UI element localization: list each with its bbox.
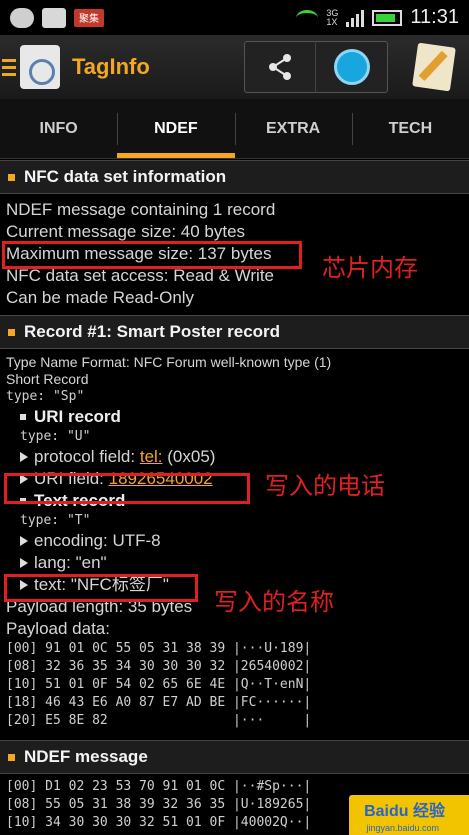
bookmark-icon[interactable] [316,49,387,85]
tab-bar: INFO NDEF EXTRA TECH [0,99,469,159]
text-type: type: "T" [20,513,91,528]
baidu-watermark: Baidu 经验 jingyan.baidu.com [329,791,469,835]
name-annotation: 写入的名称 [214,588,334,616]
watermark-sub: jingyan.baidu.com [366,823,439,833]
lang-field: lang: "en" [0,552,469,574]
section-bullet-icon [8,173,15,181]
uri-field: URI field: 18926540002 [0,468,469,490]
action-buttons-group [244,41,388,93]
section-bullet-icon [8,328,15,336]
expand-arrow-icon [20,536,28,546]
sub-bullet-icon [20,498,26,504]
encoding-field: encoding: UTF-8 [0,530,469,552]
payload-data-label: Payload data: [6,619,110,638]
tab-extra[interactable]: EXTRA [234,99,352,158]
status-bar: 聚集 3G 1X 11:31 [0,0,469,35]
section-title: NDEF message [24,747,148,766]
uri-record-header: URI record [0,406,469,428]
app-logo-icon[interactable] [20,45,60,89]
weather-icon [10,7,34,28]
section-title: Record #1: Smart Poster record [24,322,281,341]
expand-arrow-icon [20,474,28,484]
watermark-text: Baidu 经验 [364,803,445,820]
payload-row: [10] 51 01 0F 54 02 65 6E 4E |Q··T·enN| [6,677,312,692]
battery-icon [372,9,403,26]
section-bullet-icon [8,753,15,761]
info-line: Can be made Read-Only [6,288,195,307]
wifi-icon [296,9,319,26]
uri-type: type: "U" [20,429,91,444]
tab-ndef[interactable]: NDEF [117,99,235,158]
payload-row: [00] 91 01 0C 55 05 31 38 39 |···U·189| [6,641,312,656]
memory-annotation: 芯片内存 [322,254,418,282]
record-short: Short Record [6,371,89,387]
signal-icon [346,9,365,27]
section-title: NFC data set information [24,167,227,186]
network-tag-1x: 1X [326,16,338,27]
menu-icon[interactable] [2,55,16,80]
section-header-record: Record #1: Smart Poster record [0,315,469,349]
app-title: TagInfo [72,54,150,79]
protocol-field: protocol field: tel: (0x05) [0,446,469,468]
protocol-link[interactable]: tel: [140,447,163,466]
record-type: type: "Sp" [6,389,85,404]
expand-arrow-icon [20,452,28,462]
sub-bullet-icon [20,414,26,420]
notification-badge: 聚集 [74,8,104,27]
payload-row: [20] E5 8E 82 |··· | [6,713,312,728]
share-icon[interactable] [245,41,316,93]
section-header-nfc-info: NFC data set information [0,160,469,194]
image-icon [42,7,66,28]
phone-link[interactable]: 18926540002 [109,469,213,488]
payload-row: [08] 32 36 35 34 30 30 30 32 |26540002| [6,659,312,674]
info-line: Current message size: 40 bytes [6,222,246,241]
section-header-ndef-message: NDEF message [0,740,469,774]
edit-icon[interactable] [412,42,456,92]
tab-tech[interactable]: TECH [351,99,469,158]
expand-arrow-icon [20,558,28,568]
clock: 11:31 [410,6,459,28]
tab-info[interactable]: INFO [0,99,117,158]
expand-arrow-icon [20,580,28,590]
payload-row: [18] 46 43 E6 A0 87 E7 AD BE |FC······| [6,695,312,710]
phone-annotation: 写入的电话 [265,472,385,500]
info-line: NDEF message containing 1 record [6,200,276,219]
record-tnf: Type Name Format: NFC Forum well-known t… [6,354,332,370]
text-record-header: Text record [0,490,469,512]
action-bar: TagInfo [0,35,469,99]
